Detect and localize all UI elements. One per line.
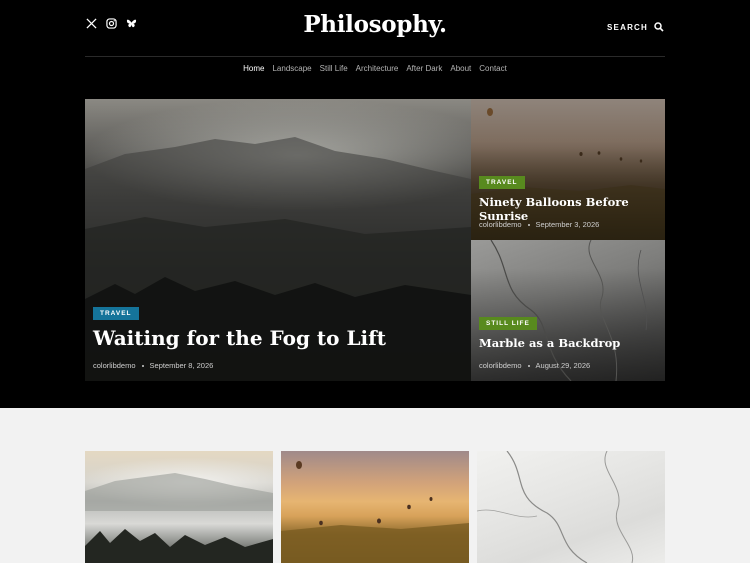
post-meta: colorlibdemo September 3, 2026 (479, 220, 599, 229)
post-date: September 8, 2026 (149, 361, 214, 370)
marble-thumbnail (477, 451, 634, 563)
post-meta: colorlibdemo September 8, 2026 (93, 361, 213, 370)
category-badge[interactable]: TRAVEL (93, 307, 139, 320)
post-author[interactable]: colorlibdemo (93, 361, 136, 370)
nav-item-about[interactable]: About (450, 64, 471, 73)
balloons-thumbnail (281, 461, 469, 563)
nav-item-still-life[interactable]: Still Life (320, 64, 348, 73)
nav-item-after-dark[interactable]: After Dark (406, 64, 442, 73)
post-thumbnail-marble[interactable] (477, 451, 665, 563)
nav-item-architecture[interactable]: Architecture (356, 64, 399, 73)
post-meta: colorlibdemo August 29, 2026 (479, 361, 590, 370)
post-author[interactable]: colorlibdemo (479, 361, 522, 370)
category-badge[interactable]: STILL LIFE (479, 317, 537, 330)
post-thumbnail-balloons[interactable] (281, 451, 469, 563)
post-title[interactable]: Waiting for the Fog to Lift (93, 326, 386, 350)
meta-separator (141, 364, 144, 367)
nav-item-contact[interactable]: Contact (479, 64, 507, 73)
post-title[interactable]: Marble as a Backdrop (479, 336, 620, 350)
nav-item-home[interactable]: Home (243, 64, 264, 73)
header-divider (85, 56, 665, 57)
search-label: SEARCH (607, 22, 648, 32)
featured-post-balloons[interactable]: TRAVEL Ninety Balloons Before Sunrise co… (471, 99, 665, 240)
main-nav: Home Landscape Still Life Architecture A… (0, 64, 750, 73)
category-badge[interactable]: TRAVEL (479, 176, 525, 189)
post-date: August 29, 2026 (535, 361, 591, 370)
featured-post-marble[interactable]: STILL LIFE Marble as a Backdrop colorlib… (471, 240, 665, 381)
marble-image (490, 240, 648, 381)
meta-separator (527, 223, 530, 226)
post-title[interactable]: Ninety Balloons Before Sunrise (479, 195, 665, 223)
featured-post-main[interactable]: TRAVEL Waiting for the Fog to Lift color… (85, 99, 471, 381)
search-button[interactable]: SEARCH (607, 22, 664, 32)
search-icon (654, 22, 664, 32)
header-hero-section: Philosophy. SEARCH Home Landscape Still … (0, 0, 750, 408)
fog-mountain-thumbnail (85, 473, 273, 563)
post-thumbnail-fog[interactable] (85, 451, 273, 563)
nav-item-landscape[interactable]: Landscape (272, 64, 311, 73)
meta-separator (527, 364, 530, 367)
post-author[interactable]: colorlibdemo (479, 220, 522, 229)
post-date: September 3, 2026 (535, 220, 600, 229)
